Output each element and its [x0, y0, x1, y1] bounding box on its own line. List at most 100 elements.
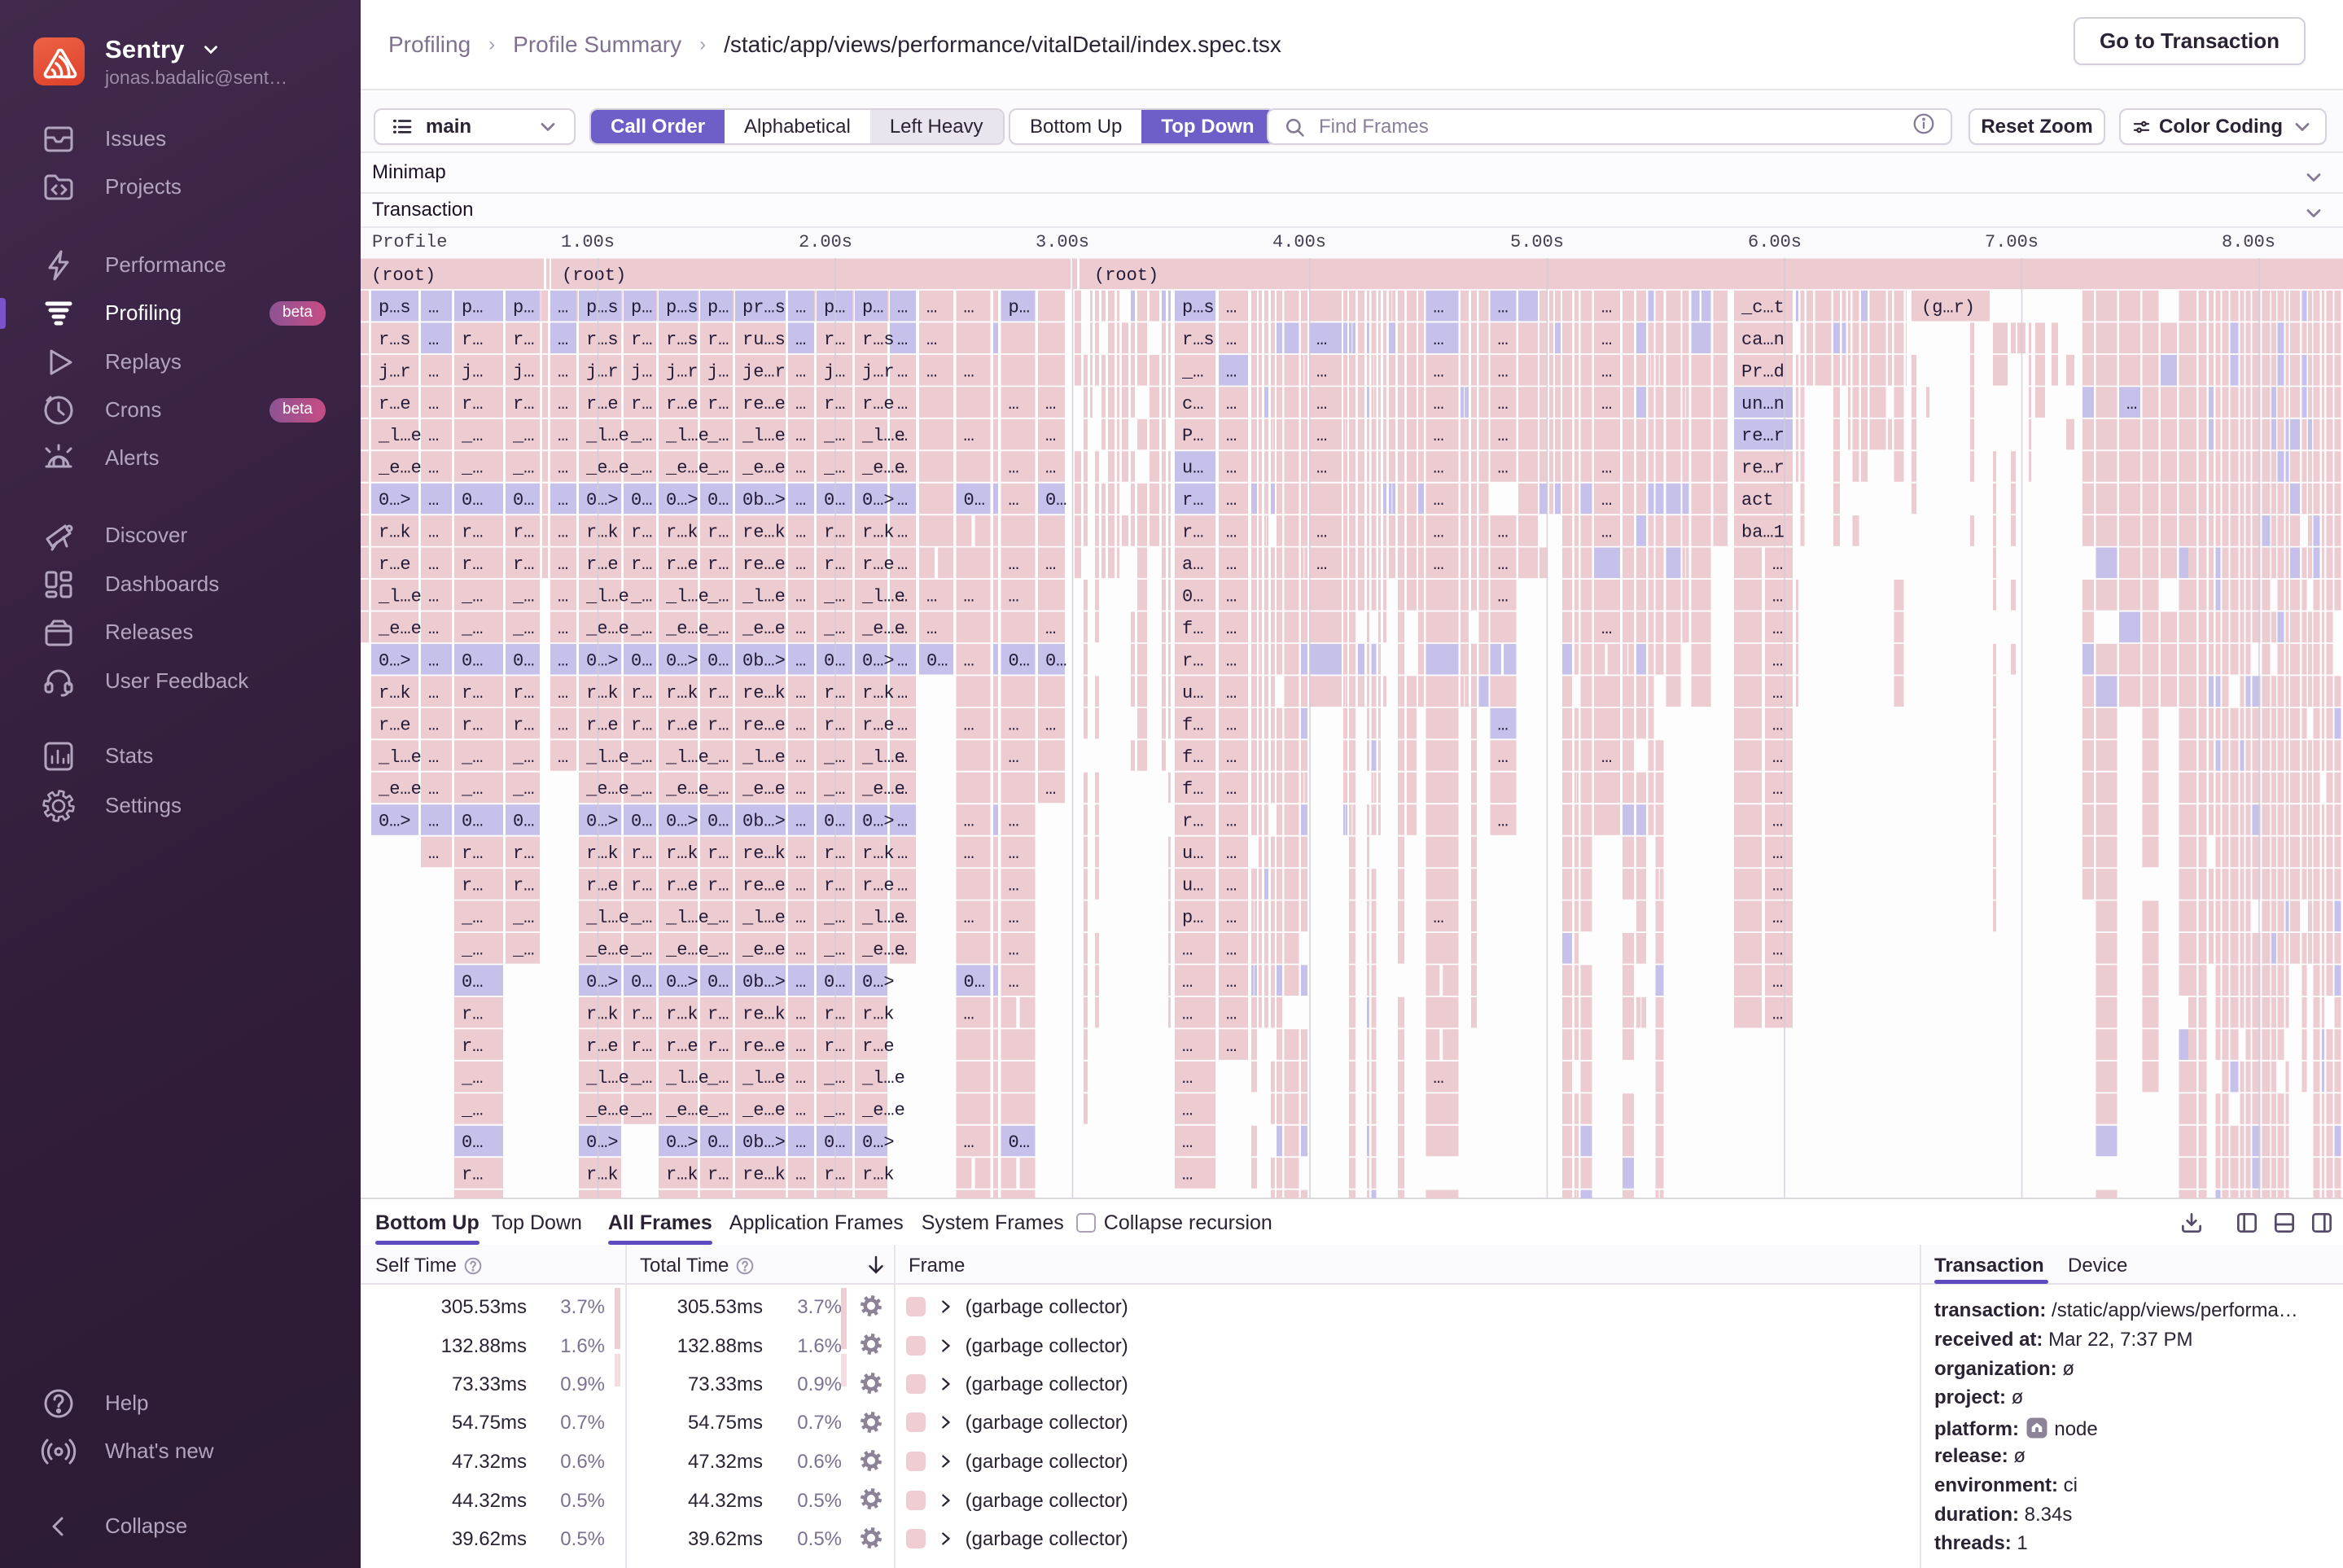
svg-text:…: … — [428, 490, 439, 510]
svg-text:_…: _… — [630, 587, 652, 607]
svg-text:…: … — [1226, 779, 1237, 799]
svg-text:re…k: re…k — [742, 523, 786, 543]
svg-text:_l…e: _l…e — [585, 1068, 629, 1088]
svg-text:…: … — [428, 361, 439, 382]
svg-text:_e…e: _e…e — [665, 940, 709, 961]
svg-text:…: … — [558, 554, 568, 575]
svg-text:0…>: 0…> — [862, 812, 895, 832]
svg-text:r…s: r…s — [862, 330, 895, 350]
svg-text:…: … — [1601, 330, 1612, 350]
svg-text:…: … — [1045, 426, 1056, 446]
svg-text:_…: _… — [707, 458, 729, 479]
svg-text:…: … — [1009, 715, 1019, 735]
svg-text:r…: r… — [707, 683, 729, 703]
svg-text:…: … — [428, 812, 439, 832]
svg-text:…: … — [1498, 297, 1509, 318]
svg-text:r…: r… — [513, 876, 534, 896]
svg-text:_…: _… — [707, 940, 729, 961]
svg-text:_…: _… — [512, 458, 534, 479]
svg-text:r…e: r…e — [666, 1197, 699, 1198]
svg-text:…: … — [795, 1165, 806, 1185]
svg-text:_e…e: _e…e — [585, 940, 629, 961]
svg-text:_e…e: _e…e — [665, 619, 709, 639]
svg-text:r…k: r…k — [862, 683, 895, 703]
svg-text:…: … — [1226, 650, 1237, 671]
svg-text:_l…e: _l…e — [378, 587, 422, 607]
svg-text:…: … — [795, 1132, 806, 1153]
svg-text:…: … — [795, 1101, 806, 1121]
svg-text:…: … — [1316, 330, 1327, 350]
svg-text:…: … — [1045, 779, 1056, 799]
svg-text:…: … — [1316, 394, 1327, 414]
svg-text:_…: _… — [823, 908, 845, 928]
svg-text:P…: P… — [1182, 426, 1203, 446]
svg-text:…: … — [558, 523, 568, 543]
svg-text:…: … — [795, 1004, 806, 1024]
svg-text:…: … — [428, 297, 439, 318]
svg-text:r…k: r…k — [586, 1165, 619, 1185]
svg-text:…: … — [1226, 747, 1237, 768]
svg-text:0…: 0… — [964, 972, 985, 992]
svg-text:r…s: r…s — [666, 330, 699, 350]
svg-text:_e…e: _e…e — [585, 1101, 629, 1121]
svg-text:r…k: r…k — [666, 843, 699, 864]
svg-text:…: … — [558, 426, 568, 446]
svg-text:r…e: r…e — [586, 554, 619, 575]
svg-text:0…: 0… — [513, 490, 534, 510]
svg-text:…: … — [1601, 619, 1612, 639]
svg-text:f…: f… — [1182, 779, 1203, 799]
svg-text:p…: p… — [1009, 297, 1030, 318]
svg-text:r…: r… — [631, 554, 652, 575]
svg-text:re…e: re…e — [742, 394, 786, 414]
svg-text:0…>: 0…> — [586, 490, 619, 510]
svg-text:0…: 0… — [631, 972, 652, 992]
svg-text:r…: r… — [707, 876, 729, 896]
svg-text:…: … — [1009, 554, 1019, 575]
svg-text:_…: _… — [512, 426, 534, 446]
svg-text:je…r: je…r — [742, 361, 786, 382]
svg-text:…: … — [1498, 747, 1509, 768]
svg-text:0…>: 0…> — [862, 650, 895, 671]
svg-text:_…: _… — [630, 426, 652, 446]
svg-text:u…: u… — [1182, 458, 1203, 479]
svg-text:re…k: re…k — [742, 1165, 786, 1185]
svg-text:r…: r… — [707, 523, 729, 543]
svg-text:…: … — [428, 779, 439, 799]
svg-text:…: … — [897, 297, 908, 318]
svg-text:…: … — [1601, 394, 1612, 414]
svg-text:r…e: r…e — [862, 394, 895, 414]
svg-text:r…: r… — [462, 1197, 483, 1198]
svg-text:_e…e: _e…e — [742, 458, 786, 479]
svg-text:r…k: r…k — [586, 683, 619, 703]
svg-text:r…: r… — [1182, 650, 1203, 671]
svg-text:0b…>: 0b…> — [742, 812, 786, 832]
svg-text:0…: 0… — [707, 490, 729, 510]
svg-text:j…r: j…r — [586, 361, 619, 382]
svg-text:r…: r… — [513, 330, 534, 350]
svg-text:r…k: r…k — [666, 683, 699, 703]
svg-text:…: … — [1772, 779, 1783, 799]
svg-text:…: … — [1498, 361, 1509, 382]
svg-text:…: … — [1498, 330, 1509, 350]
svg-text:r…k: r…k — [862, 1004, 895, 1024]
svg-text:_…: _… — [707, 619, 729, 639]
svg-text:_…: _… — [630, 779, 652, 799]
svg-text:_e…e: _e…e — [585, 779, 629, 799]
svg-text:_…: _… — [707, 1101, 729, 1121]
svg-text:j…r: j…r — [862, 361, 895, 382]
svg-text:…: … — [795, 458, 806, 479]
svg-text:…: … — [428, 330, 439, 350]
svg-text:…: … — [897, 554, 908, 575]
svg-text:…: … — [795, 683, 806, 703]
svg-text:…: … — [897, 908, 908, 928]
svg-text:…: … — [1434, 330, 1444, 350]
svg-text:…: … — [964, 812, 974, 832]
svg-text:0…>: 0…> — [586, 650, 619, 671]
svg-text:r…k: r…k — [862, 843, 895, 864]
svg-text:0…: 0… — [964, 490, 985, 510]
svg-text:r…: r… — [1182, 523, 1203, 543]
svg-text:r…: r… — [462, 715, 483, 735]
svg-text:re…e: re…e — [742, 876, 786, 896]
svg-text:…: … — [428, 523, 439, 543]
svg-text:r…: r… — [707, 330, 729, 350]
